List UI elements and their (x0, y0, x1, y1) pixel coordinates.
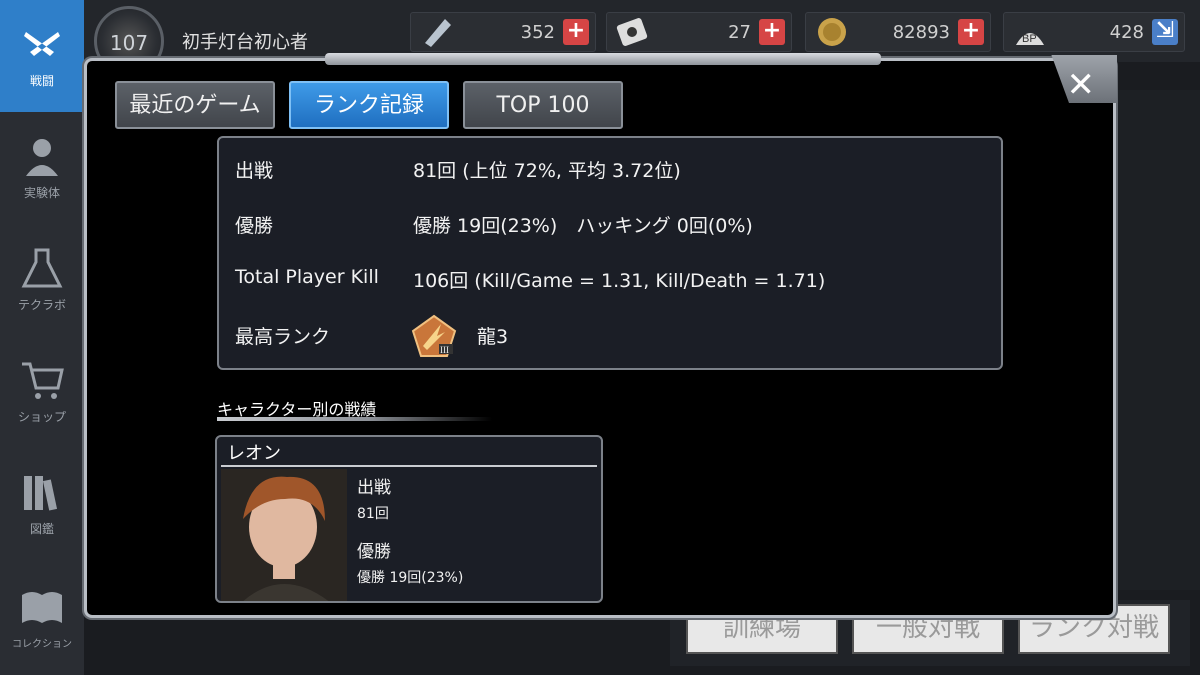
sidebar-item-label: 実験体 (23, 186, 60, 200)
resource-coin: 82893 + (805, 12, 991, 52)
sidebar-item-techlab[interactable]: テクラボ (0, 224, 84, 336)
tab-top-100[interactable]: TOP 100 (463, 81, 623, 129)
character-name: レオン (227, 443, 281, 464)
shop-button[interactable]: ⇲ (1152, 19, 1178, 45)
disk-icon (616, 18, 648, 46)
resource-disk: 27 + (606, 12, 792, 52)
svg-text:III: III (440, 345, 449, 355)
tab-rank-record[interactable]: ランク記録 (289, 81, 449, 129)
resource-value: 82893 (892, 22, 950, 43)
sidebar-item-subjects[interactable]: 実験体 (0, 112, 84, 224)
character-win-label: 優勝 (357, 542, 391, 562)
character-sortie-label: 出戦 (357, 478, 391, 498)
player-name: 初手灯台初心者 (182, 32, 308, 53)
stats-panel: 出戦 81回 (上位 72%, 平均 3.72位) 優勝 優勝 19回(23%)… (217, 136, 1003, 370)
dragon-rank-badge-icon: III (411, 314, 457, 357)
sidebar-item-encyclopedia[interactable]: 図鑑 (0, 448, 84, 560)
background-panel (1110, 90, 1200, 590)
stat-value: 81回 (上位 72%, 平均 3.72位) (413, 160, 681, 182)
player-level: 107 (109, 31, 149, 55)
tab-recent-games[interactable]: 最近のゲーム (115, 81, 275, 129)
close-icon[interactable]: ✕ (1067, 65, 1096, 105)
crossed-guns-icon (24, 32, 60, 56)
resource-bp: BP 428 ⇲ (1003, 12, 1185, 52)
stat-value: 優勝 19回(23%) ハッキング 0回(0%) (413, 215, 753, 237)
sidebar-item-shop[interactable]: ショップ (0, 336, 84, 448)
resource-crystal: 352 + (410, 12, 596, 52)
character-portrait (221, 469, 347, 601)
stat-value: 106回 (Kill/Game = 1.31, Kill/Death = 1.7… (413, 270, 826, 292)
stat-label: Total Player Kill (235, 266, 379, 288)
coin-icon (818, 18, 846, 46)
stat-value: 龍3 (477, 326, 509, 348)
sidebar-item-label: テクラボ (17, 298, 66, 312)
character-icon (26, 139, 58, 176)
modal-grip (325, 53, 881, 65)
sidebar-item-battle[interactable]: 戦闘 (0, 0, 84, 112)
plus-button[interactable]: + (958, 19, 984, 45)
cart-icon (22, 362, 64, 399)
section-divider (217, 417, 492, 421)
open-book-icon (22, 592, 62, 623)
sidebar-item-label: コレクション (12, 639, 72, 650)
character-name-divider (221, 465, 597, 467)
rank-record-modal: ✕ 最近のゲーム ランク記録 TOP 100 出戦 81回 (上位 72%, 平… (84, 53, 1117, 618)
books-icon (24, 476, 58, 511)
bp-paw-icon: BP (1016, 33, 1044, 45)
sidebar-item-label: 戦闘 (29, 74, 54, 88)
sidebar-item-label: 図鑑 (29, 522, 54, 536)
sidebar-item-collection[interactable]: コレクション (0, 563, 84, 675)
resource-value: 428 (1109, 22, 1144, 43)
crystal-icon (425, 19, 451, 47)
sidebar-item-label: ショップ (17, 410, 66, 424)
flask-icon (21, 248, 63, 288)
plus-button[interactable]: + (759, 19, 785, 45)
resource-value: 27 (728, 22, 751, 43)
stat-label: 最高ランク (235, 326, 331, 348)
stat-label: 出戦 (235, 160, 274, 182)
svg-text:BP: BP (1022, 33, 1037, 45)
character-win-value: 優勝 19回(23%) (357, 570, 464, 586)
stat-label: 優勝 (235, 215, 274, 237)
resource-value: 352 (520, 22, 555, 43)
sidebar: 戦闘 実験体 テクラボ ショップ 図鑑 コレクション (0, 0, 84, 675)
character-sortie-value: 81回 (357, 506, 389, 522)
character-record-card[interactable]: レオン 出戦 81回 優勝 優勝 19回(23%) (215, 435, 603, 603)
plus-button[interactable]: + (563, 19, 589, 45)
